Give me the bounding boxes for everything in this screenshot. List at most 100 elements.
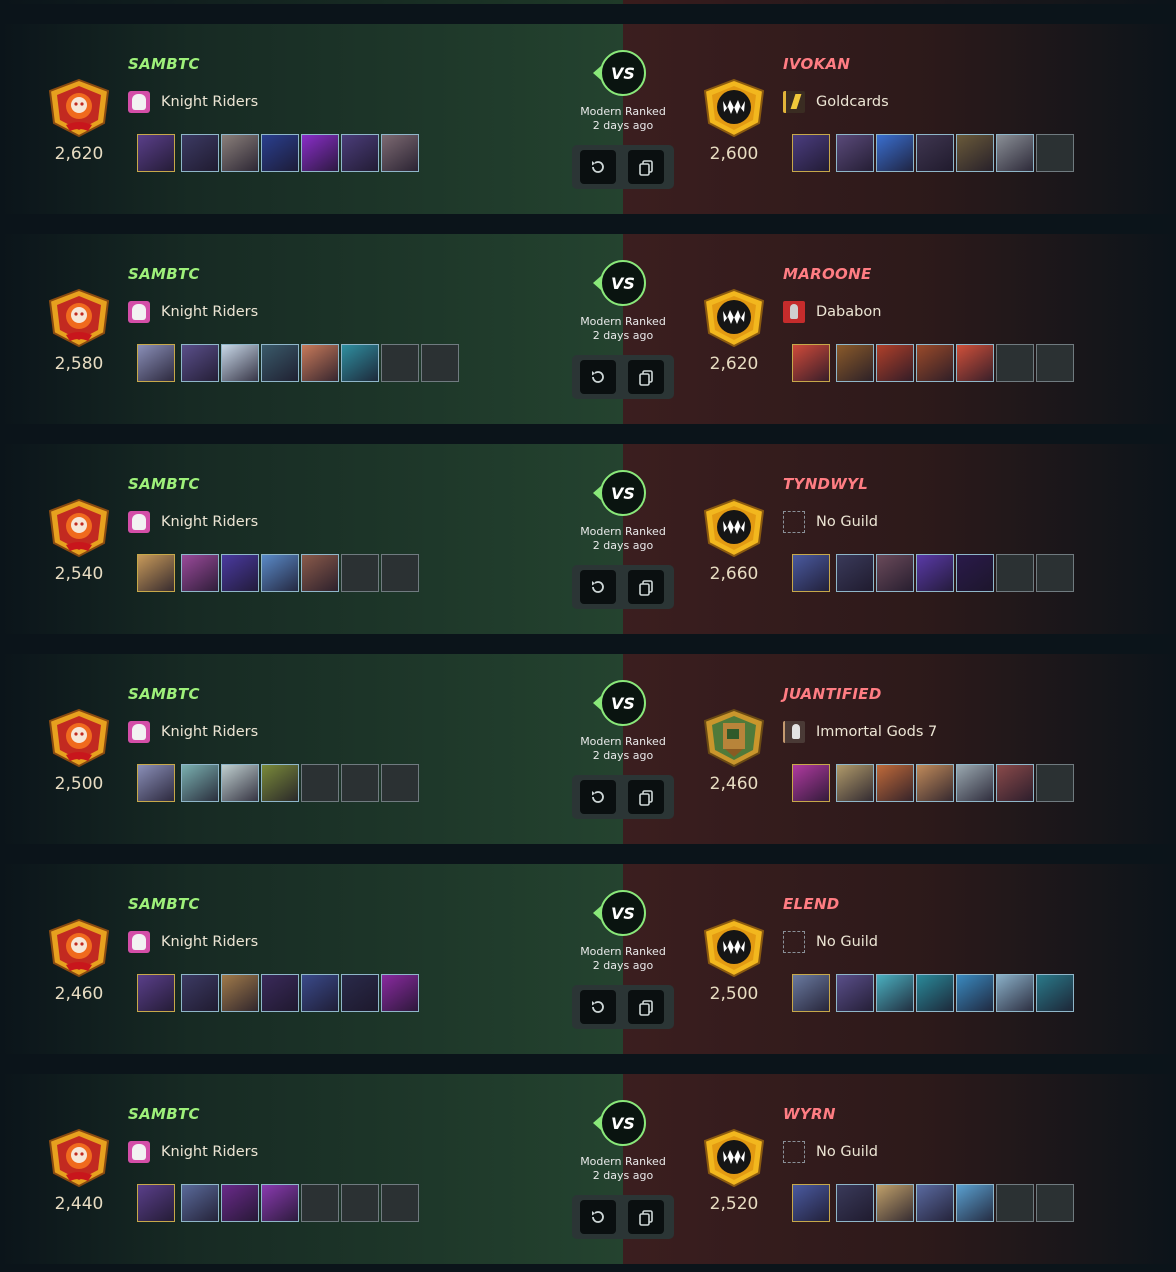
- player-guild[interactable]: No Guild: [783, 1140, 878, 1164]
- summoner-card[interactable]: [792, 344, 830, 382]
- summoner-card[interactable]: [137, 974, 175, 1012]
- monster-card[interactable]: [836, 1184, 874, 1222]
- monster-card[interactable]: [916, 764, 954, 802]
- player-guild[interactable]: Knight Riders: [128, 510, 258, 534]
- player-guild[interactable]: Knight Riders: [128, 90, 258, 114]
- copy-team-button[interactable]: [628, 780, 664, 814]
- monster-card[interactable]: [876, 974, 914, 1012]
- summoner-card[interactable]: [792, 134, 830, 172]
- replay-button[interactable]: [580, 1200, 616, 1234]
- player-name[interactable]: SAMBTC: [128, 895, 200, 913]
- player-guild[interactable]: Knight Riders: [128, 930, 258, 954]
- monster-card[interactable]: [836, 344, 874, 382]
- monster-card[interactable]: [916, 974, 954, 1012]
- monster-card[interactable]: [916, 344, 954, 382]
- player-name[interactable]: SAMBTC: [128, 265, 200, 283]
- summoner-card[interactable]: [137, 1184, 175, 1222]
- monster-card[interactable]: [341, 344, 379, 382]
- replay-button[interactable]: [580, 360, 616, 394]
- player-guild[interactable]: Dababon: [783, 300, 881, 324]
- player-name[interactable]: JUANTIFIED: [783, 685, 882, 703]
- monster-card[interactable]: [836, 554, 874, 592]
- monster-card[interactable]: [181, 1184, 219, 1222]
- monster-card[interactable]: [381, 134, 419, 172]
- monster-card[interactable]: [876, 344, 914, 382]
- player-guild[interactable]: Goldcards: [783, 90, 889, 114]
- monster-card[interactable]: [956, 554, 994, 592]
- copy-team-button[interactable]: [628, 360, 664, 394]
- monster-card[interactable]: [181, 554, 219, 592]
- summoner-card[interactable]: [137, 764, 175, 802]
- replay-button[interactable]: [580, 990, 616, 1024]
- monster-card[interactable]: [341, 974, 379, 1012]
- monster-card[interactable]: [261, 764, 299, 802]
- monster-card[interactable]: [916, 554, 954, 592]
- player-name[interactable]: MAROONE: [783, 265, 872, 283]
- monster-card[interactable]: [181, 134, 219, 172]
- monster-card[interactable]: [876, 134, 914, 172]
- monster-card[interactable]: [221, 554, 259, 592]
- monster-card[interactable]: [181, 764, 219, 802]
- monster-card[interactable]: [341, 134, 379, 172]
- player-name[interactable]: SAMBTC: [128, 475, 200, 493]
- summoner-card[interactable]: [137, 134, 175, 172]
- player-guild[interactable]: Knight Riders: [128, 1140, 258, 1164]
- monster-card[interactable]: [996, 764, 1034, 802]
- monster-card[interactable]: [956, 1184, 994, 1222]
- monster-card[interactable]: [956, 974, 994, 1012]
- monster-card[interactable]: [956, 344, 994, 382]
- player-name[interactable]: TYNDWYL: [783, 475, 868, 493]
- copy-team-button[interactable]: [628, 150, 664, 184]
- player-name[interactable]: IVOKAN: [783, 55, 850, 73]
- monster-card[interactable]: [836, 974, 874, 1012]
- player-guild[interactable]: No Guild: [783, 930, 878, 954]
- monster-card[interactable]: [221, 344, 259, 382]
- monster-card[interactable]: [956, 764, 994, 802]
- monster-card[interactable]: [836, 134, 874, 172]
- monster-card[interactable]: [181, 344, 219, 382]
- monster-card[interactable]: [916, 134, 954, 172]
- player-guild[interactable]: Immortal Gods 7: [783, 720, 937, 744]
- monster-card[interactable]: [836, 764, 874, 802]
- monster-card[interactable]: [301, 974, 339, 1012]
- copy-team-button[interactable]: [628, 1200, 664, 1234]
- monster-card[interactable]: [261, 974, 299, 1012]
- monster-card[interactable]: [221, 764, 259, 802]
- monster-card[interactable]: [996, 134, 1034, 172]
- summoner-card[interactable]: [792, 554, 830, 592]
- monster-card[interactable]: [876, 1184, 914, 1222]
- monster-card[interactable]: [221, 974, 259, 1012]
- monster-card[interactable]: [301, 344, 339, 382]
- player-name[interactable]: SAMBTC: [128, 685, 200, 703]
- monster-card[interactable]: [221, 1184, 259, 1222]
- summoner-card[interactable]: [792, 974, 830, 1012]
- copy-team-button[interactable]: [628, 990, 664, 1024]
- summoner-card[interactable]: [792, 764, 830, 802]
- player-name[interactable]: WYRN: [783, 1105, 836, 1123]
- monster-card[interactable]: [876, 764, 914, 802]
- summoner-card[interactable]: [792, 1184, 830, 1222]
- monster-card[interactable]: [261, 1184, 299, 1222]
- monster-card[interactable]: [916, 1184, 954, 1222]
- replay-button[interactable]: [580, 150, 616, 184]
- player-guild[interactable]: Knight Riders: [128, 300, 258, 324]
- player-name[interactable]: ELEND: [783, 895, 840, 913]
- monster-card[interactable]: [996, 974, 1034, 1012]
- player-name[interactable]: SAMBTC: [128, 55, 200, 73]
- monster-card[interactable]: [1036, 974, 1074, 1012]
- monster-card[interactable]: [181, 974, 219, 1012]
- monster-card[interactable]: [301, 554, 339, 592]
- player-guild[interactable]: No Guild: [783, 510, 878, 534]
- monster-card[interactable]: [261, 344, 299, 382]
- summoner-card[interactable]: [137, 344, 175, 382]
- player-name[interactable]: SAMBTC: [128, 1105, 200, 1123]
- replay-button[interactable]: [580, 570, 616, 604]
- replay-button[interactable]: [580, 780, 616, 814]
- monster-card[interactable]: [221, 134, 259, 172]
- monster-card[interactable]: [301, 134, 339, 172]
- monster-card[interactable]: [261, 134, 299, 172]
- monster-card[interactable]: [381, 974, 419, 1012]
- player-guild[interactable]: Knight Riders: [128, 720, 258, 744]
- monster-card[interactable]: [876, 554, 914, 592]
- monster-card[interactable]: [956, 134, 994, 172]
